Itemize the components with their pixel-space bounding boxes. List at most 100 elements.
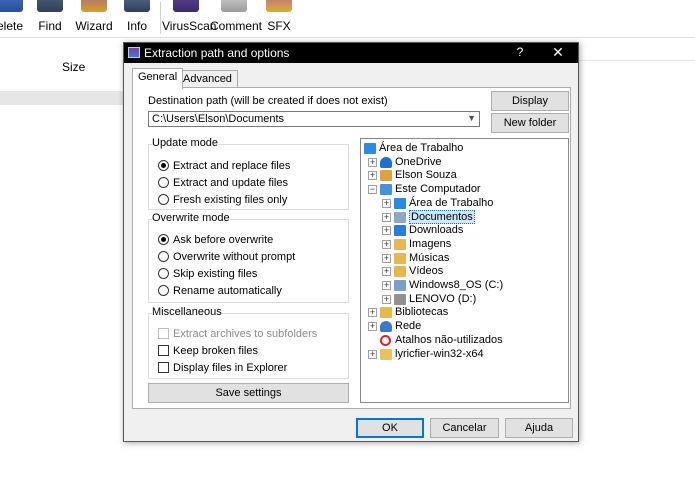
destination-path-input[interactable]: C:\Users\Elson\Documents ▼	[148, 111, 480, 127]
toolbar-wizard-button[interactable]: Wizard	[74, 0, 114, 36]
collapse-icon[interactable]: −	[368, 185, 377, 195]
tree-node[interactable]: + Músicas	[361, 252, 566, 265]
tree-node[interactable]: + Vídeos	[361, 265, 566, 278]
file-list-row[interactable]	[0, 91, 123, 105]
pictures-icon	[394, 238, 406, 250]
overwrite-mode-title: Overwrite mode	[152, 212, 230, 224]
radio-ask-before-overwrite[interactable]: Ask before overwrite	[158, 234, 273, 248]
checkbox-icon[interactable]	[158, 362, 169, 373]
help-icon[interactable]: ?	[512, 45, 528, 59]
tree-node[interactable]: + Bibliotecas	[361, 306, 566, 319]
overwrite-mode-group: Overwrite mode Ask before overwrite Over…	[148, 212, 349, 303]
checkbox-extract-subfolders: Extract archives to subfolders	[158, 328, 317, 342]
radio-icon[interactable]	[158, 251, 169, 262]
expand-icon[interactable]: +	[382, 198, 391, 208]
tree-node-label: Área de Trabalho	[379, 142, 464, 154]
tree-node[interactable]: + Elson Souza	[361, 169, 566, 182]
expand-icon[interactable]: +	[368, 349, 377, 359]
toolbar-info-button[interactable]: Info	[122, 0, 152, 36]
dialog-titlebar[interactable]: Extraction path and options ? ✕	[124, 43, 578, 63]
network-icon	[380, 321, 392, 333]
radio-selected-icon[interactable]	[158, 234, 169, 245]
cancel-button[interactable]: Cancelar	[430, 418, 499, 438]
tree-node[interactable]: + Windows8_OS (C:)	[361, 279, 566, 292]
ok-button[interactable]: OK	[356, 418, 424, 438]
wizard-icon	[81, 0, 107, 12]
radio-icon[interactable]	[158, 177, 169, 188]
expand-icon[interactable]: +	[382, 294, 391, 304]
chevron-down-icon[interactable]: ▼	[467, 113, 476, 123]
desktop-folder-icon	[394, 197, 406, 209]
tree-node-label: Rede	[395, 320, 422, 333]
tree-node[interactable]: Atalhos não-utilizados	[361, 334, 566, 347]
close-icon[interactable]: ✕	[548, 44, 568, 61]
onedrive-icon	[380, 156, 392, 168]
tree-node[interactable]: + OneDrive	[361, 156, 566, 169]
expand-icon[interactable]: +	[368, 322, 377, 332]
tree-node-label: Músicas	[409, 251, 450, 264]
checkbox-icon[interactable]	[158, 345, 169, 356]
checkbox-display-in-explorer[interactable]: Display files in Explorer	[158, 362, 287, 376]
expand-icon[interactable]: +	[368, 157, 377, 167]
display-button[interactable]: Display	[491, 91, 569, 111]
expand-icon[interactable]: +	[382, 253, 391, 263]
expand-icon[interactable]: +	[382, 281, 391, 290]
radio-overwrite-without-prompt[interactable]: Overwrite without prompt	[158, 251, 295, 265]
destination-path-value: C:\Users\Elson\Documents	[152, 113, 285, 125]
expand-icon[interactable]: +	[382, 239, 391, 249]
toolbar-comment-label: Comment	[210, 19, 263, 33]
radio-extract-update[interactable]: Extract and update files	[158, 177, 288, 191]
toolbar-virusscan-button[interactable]: VirusScan	[162, 0, 216, 36]
tree-node[interactable]: − Este Computador	[361, 183, 566, 196]
extraction-dialog: Extraction path and options ? ✕ General …	[123, 42, 579, 442]
toolbar-info-label: Info	[126, 19, 147, 33]
tree-node-label: Documentos	[409, 209, 475, 224]
tree-node[interactable]: + Documentos	[361, 209, 566, 224]
update-mode-group: Update mode Extract and replace files Ex…	[148, 137, 349, 210]
size-column-header[interactable]: Size	[62, 60, 85, 74]
radio-extract-replace[interactable]: Extract and replace files	[158, 160, 290, 174]
tree-node[interactable]: + Downloads	[361, 224, 566, 237]
option-label: Ask before overwrite	[173, 234, 274, 246]
radio-skip-existing[interactable]: Skip existing files	[158, 268, 257, 282]
expand-icon[interactable]: +	[382, 212, 391, 222]
tree-node-label: Este Computador	[395, 183, 481, 196]
tree-node[interactable]: + LENOVO (D:)	[361, 293, 566, 306]
tree-node-label: Elson Souza	[395, 169, 457, 182]
tree-node-label: OneDrive	[395, 155, 442, 168]
checkbox-keep-broken-files[interactable]: Keep broken files	[158, 345, 258, 359]
expand-icon[interactable]: +	[368, 171, 377, 181]
radio-fresh-existing[interactable]: Fresh existing files only	[158, 194, 287, 208]
toolbar-find-button[interactable]: Find	[34, 0, 66, 36]
radio-icon[interactable]	[158, 194, 169, 205]
tree-node[interactable]: + Rede	[361, 320, 566, 333]
option-label: Overwrite without prompt	[173, 251, 296, 263]
folder-tree[interactable]: Área de Trabalho + OneDrive + Elson Souza − Es…	[360, 138, 569, 403]
divider	[579, 60, 695, 61]
user-folder-icon	[380, 170, 392, 182]
expand-icon[interactable]: +	[382, 267, 391, 277]
toolbar-find-label: Find	[38, 19, 62, 33]
toolbar-delete-button[interactable]: elete	[0, 0, 26, 36]
radio-icon[interactable]	[158, 268, 169, 279]
radio-rename-automatically[interactable]: Rename automatically	[158, 285, 282, 299]
tree-node[interactable]: + Imagens	[361, 238, 566, 251]
expand-icon[interactable]: +	[368, 308, 377, 318]
tree-node[interactable]: Área de Trabalho	[361, 142, 566, 155]
tab-general[interactable]: General	[132, 68, 184, 89]
save-settings-button[interactable]: Save settings	[148, 383, 349, 403]
toolbar-sfx-button[interactable]: SFX	[264, 0, 294, 36]
tab-advanced[interactable]: Advanced	[177, 70, 238, 88]
tree-node[interactable]: + lyricfier-win32-x64	[361, 348, 566, 361]
expand-icon[interactable]: +	[382, 226, 391, 236]
help-button[interactable]: Ajuda	[505, 418, 573, 438]
new-folder-button[interactable]: New folder	[491, 113, 569, 133]
find-icon	[37, 0, 63, 12]
tree-node[interactable]: + Área de Trabalho	[361, 197, 566, 210]
radio-selected-icon[interactable]	[158, 160, 169, 171]
checkbox-icon	[158, 328, 169, 339]
toolbar-comment-button[interactable]: Comment	[210, 0, 263, 36]
radio-icon[interactable]	[158, 285, 169, 296]
option-label: Display files in Explorer	[173, 362, 288, 374]
tree-node-label: Área de Trabalho	[409, 196, 494, 209]
